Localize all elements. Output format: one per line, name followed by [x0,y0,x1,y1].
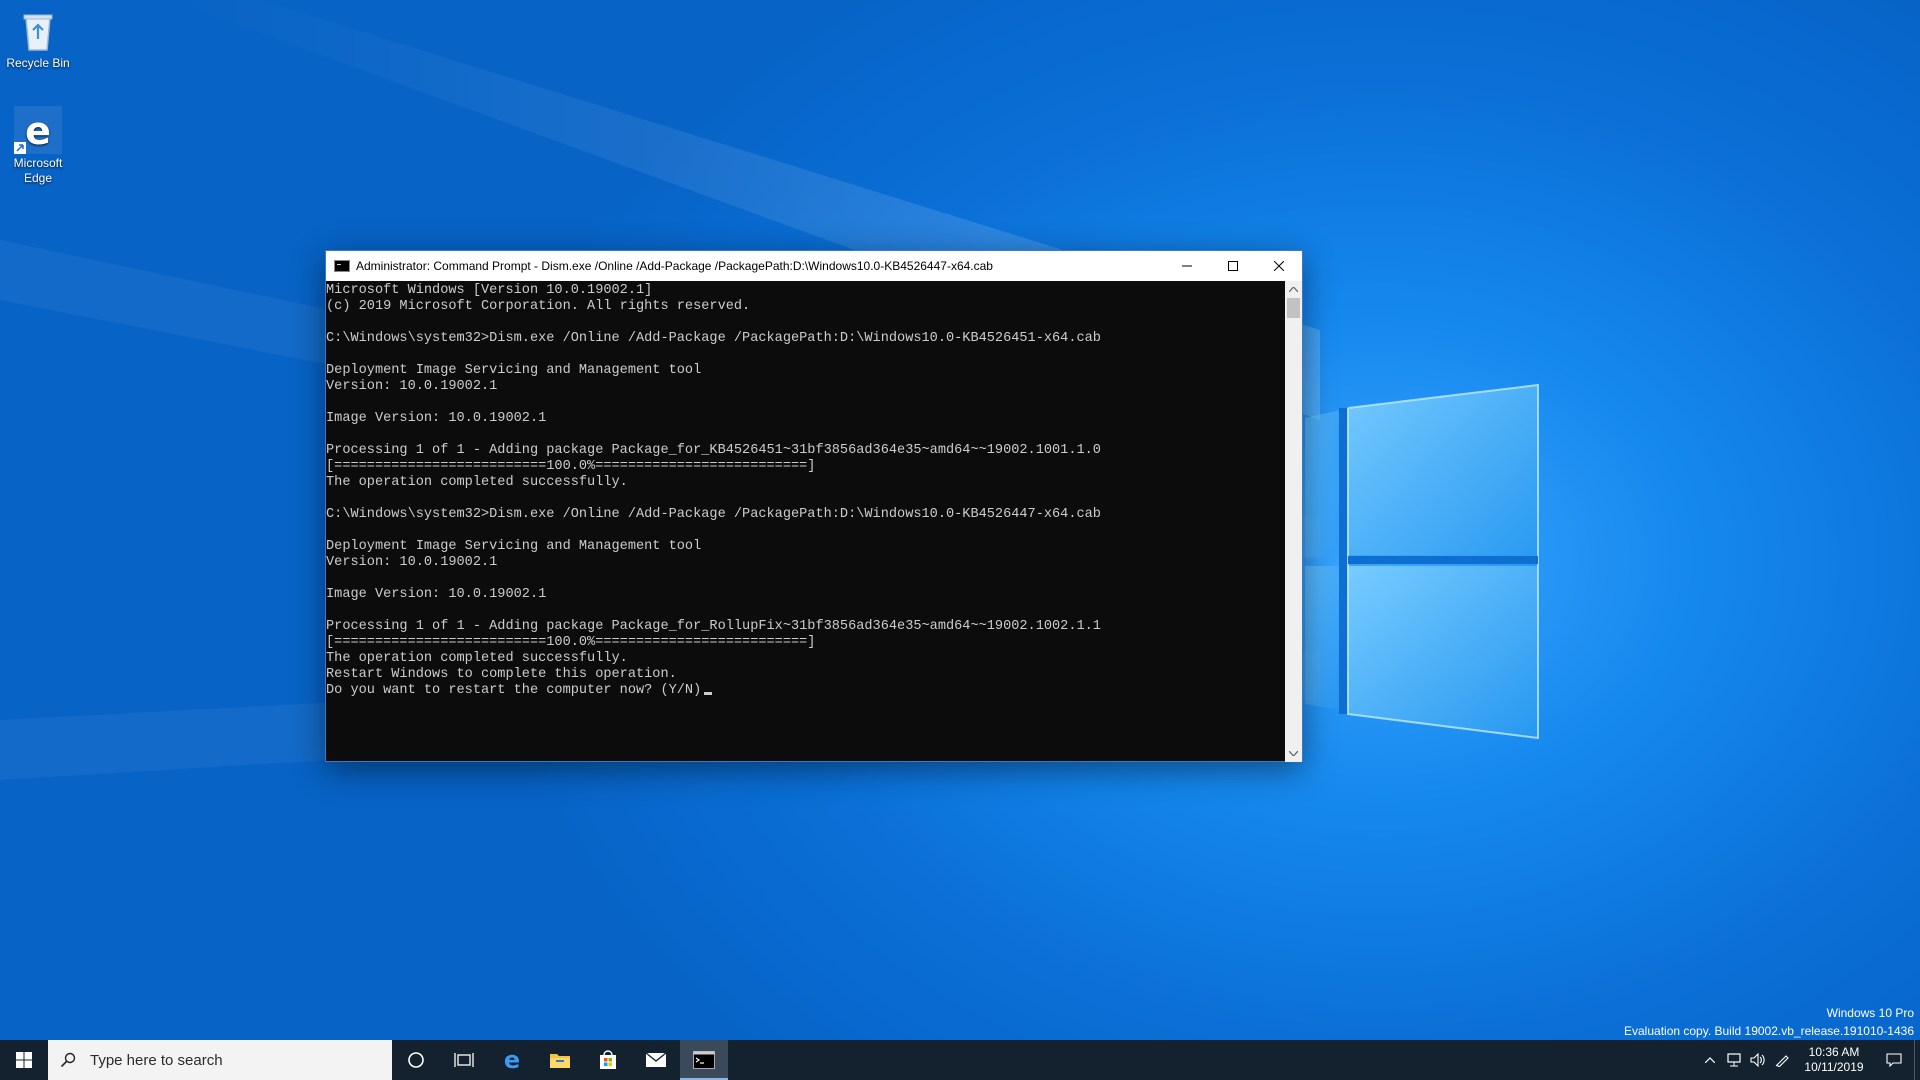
task-view-button[interactable] [440,1040,488,1080]
show-desktop-button[interactable] [1914,1040,1920,1080]
console-line: Restart Windows to complete this operati… [326,667,677,682]
chevron-up-icon [1289,287,1298,292]
recycle-bin-icon [14,6,62,54]
minimize-button[interactable] [1164,251,1210,281]
console-line: (c) 2019 Microsoft Corporation. All righ… [326,299,751,314]
cortana-icon [408,1052,424,1068]
console-line: Microsoft Windows [Version 10.0.19002.1] [326,283,653,298]
desktop-icon-microsoft-edge[interactable]: e Microsoft Edge [0,106,76,186]
desktop-icon-label: Recycle Bin [6,56,70,70]
clock-time: 10:36 AM [1808,1045,1860,1059]
taskbar-command-prompt-button[interactable] [680,1040,728,1080]
taskbar-clock[interactable]: 10:36 AM 10/11/2019 [1794,1045,1874,1075]
console-line: Processing 1 of 1 - Adding package Packa… [326,619,1101,634]
console-line: Processing 1 of 1 - Adding package Packa… [326,443,1101,458]
taskbar-file-explorer-button[interactable] [536,1040,584,1080]
svg-text:e: e [25,109,51,153]
console-line: Version: 10.0.19002.1 [326,379,498,394]
taskbar-edge-button[interactable]: e [488,1040,536,1080]
console-line: [==========================100.0%=======… [326,459,816,474]
system-tray: 10:36 AM 10/11/2019 [1698,1040,1920,1080]
console-line: Deployment Image Servicing and Managemen… [326,363,702,378]
pen-icon [1775,1055,1789,1067]
notification-icon [1886,1053,1902,1067]
pen-workspace-button[interactable] [1770,1040,1794,1080]
minimize-icon [1182,265,1192,267]
console-line: Image Version: 10.0.19002.1 [326,587,547,602]
search-placeholder: Type here to search [90,1051,223,1069]
speaker-icon [1750,1053,1765,1067]
edge-icon: e [14,106,62,154]
vertical-scrollbar[interactable] [1285,281,1302,762]
cortana-button[interactable] [392,1040,440,1080]
window-titlebar[interactable]: Administrator: Command Prompt - Dism.exe… [326,251,1302,281]
build-watermark: Evaluation copy. Build 19002.vb_release.… [1624,1024,1914,1038]
task-view-icon [454,1053,474,1067]
maximize-icon [1228,261,1238,271]
network-button[interactable] [1722,1040,1746,1080]
command-prompt-icon [693,1051,715,1069]
clock-date: 10/11/2019 [1804,1060,1864,1074]
action-center-button[interactable] [1874,1040,1914,1080]
scroll-down-arrow[interactable] [1285,745,1302,762]
taskbar: Type here to search e 10:36 AM 10/11/201… [0,1040,1920,1080]
close-icon [1274,261,1284,271]
chevron-up-icon [1705,1057,1715,1063]
file-explorer-icon [550,1054,570,1068]
start-button[interactable] [0,1040,48,1080]
console-line: The operation completed successfully. [326,475,628,490]
edge-icon: e [504,1049,520,1071]
store-icon [600,1050,616,1069]
console-line: Image Version: 10.0.19002.1 [326,411,547,426]
edition-watermark: Windows 10 Pro [1826,1006,1914,1020]
command-prompt-window[interactable]: Administrator: Command Prompt - Dism.exe… [325,250,1303,762]
taskbar-mail-button[interactable] [632,1040,680,1080]
console-line: C:\Windows\system32>Dism.exe /Online /Ad… [326,507,1101,522]
windows-logo-icon [16,1052,32,1068]
console-line: Do you want to restart the computer now?… [326,683,1286,699]
mail-icon [645,1052,667,1067]
chevron-down-icon [1289,751,1298,756]
desktop-icon-recycle-bin[interactable]: Recycle Bin [0,6,76,71]
maximize-button[interactable] [1210,251,1256,281]
taskbar-search-box[interactable]: Type here to search [48,1040,392,1080]
desktop-icon-label: Microsoft Edge [13,156,63,185]
svg-text:e: e [504,1049,520,1071]
console-output[interactable]: Microsoft Windows [Version 10.0.19002.1]… [326,281,1286,762]
console-line: [==========================100.0%=======… [326,635,816,650]
console-line: The operation completed successfully. [326,651,628,666]
taskbar-store-button[interactable] [584,1040,632,1080]
console-line: C:\Windows\system32>Dism.exe /Online /Ad… [326,331,1101,346]
command-prompt-icon [334,260,350,272]
volume-button[interactable] [1746,1040,1770,1080]
console-line: Deployment Image Servicing and Managemen… [326,539,702,554]
scroll-up-arrow[interactable] [1285,281,1302,298]
text-cursor [704,692,713,695]
scrollbar-thumb[interactable] [1287,298,1300,318]
show-hidden-icons-button[interactable] [1698,1040,1722,1080]
console-line: Version: 10.0.19002.1 [326,555,498,570]
network-icon [1727,1053,1741,1067]
window-title: Administrator: Command Prompt - Dism.exe… [356,259,993,273]
close-button[interactable] [1256,251,1302,281]
search-icon [60,1052,76,1068]
